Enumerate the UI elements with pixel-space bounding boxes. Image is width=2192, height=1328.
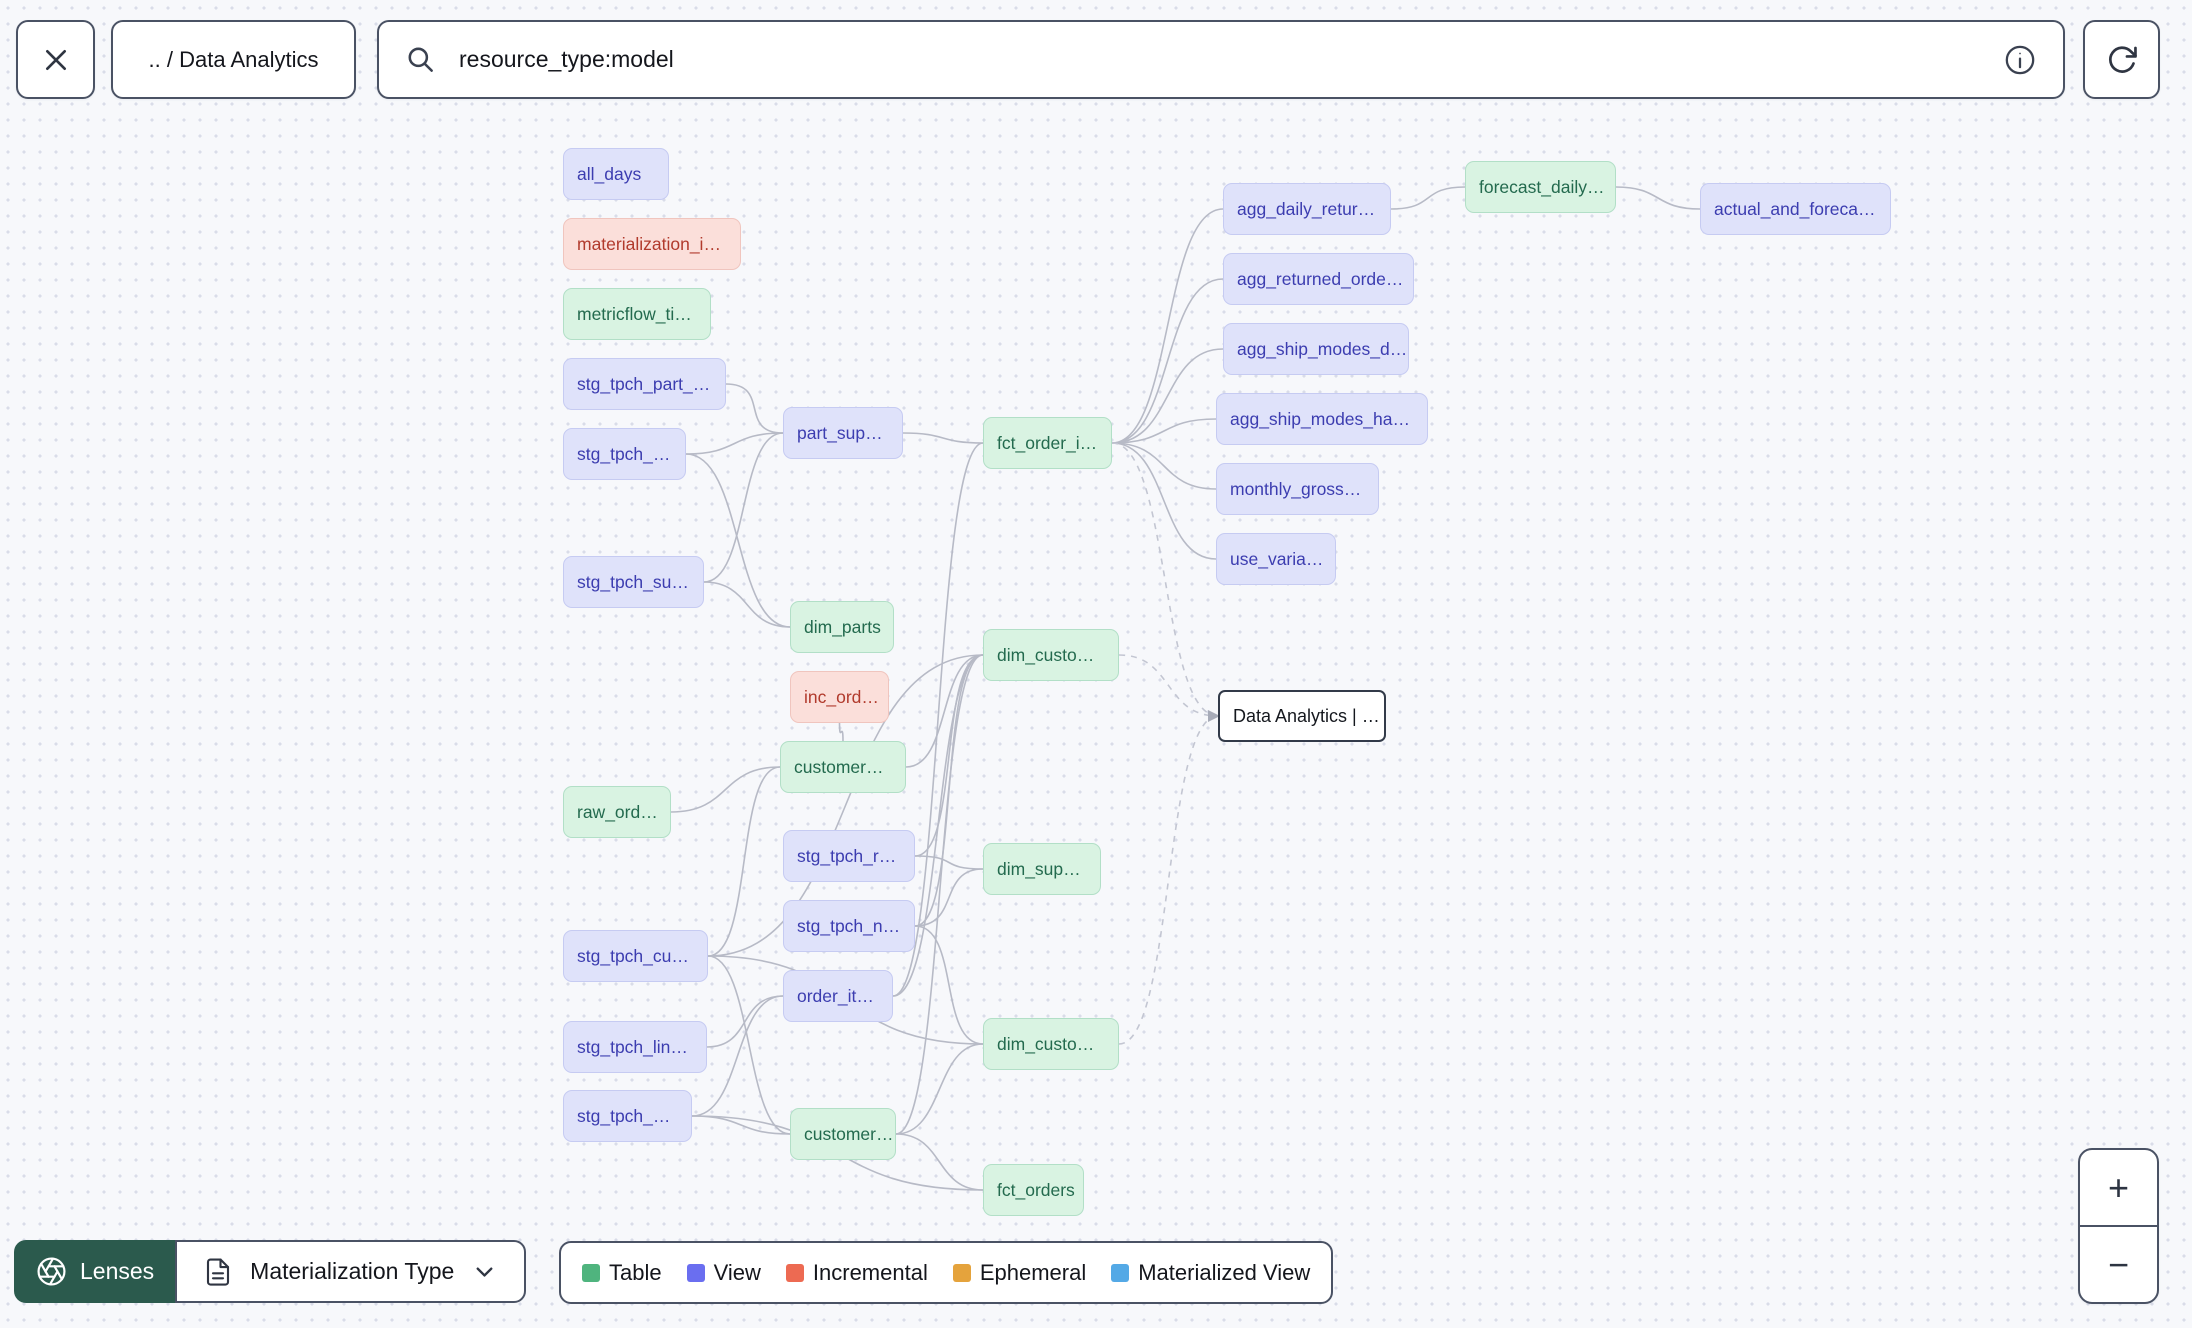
graph-node-inc_ord[interactable]: inc_ord… [790,671,889,723]
search-bar[interactable] [377,20,2065,99]
graph-node-stg_tpch_cu[interactable]: stg_tpch_cu… [563,930,708,982]
legend-label: View [713,1259,761,1285]
zoom-in-button[interactable]: + [2080,1150,2157,1227]
graph-node-dim_custo_a[interactable]: dim_custo… [983,629,1119,681]
lineage-edge [905,654,984,768]
lineage-edge [914,925,984,1045]
lenses-button-label: Lenses [80,1258,155,1284]
graph-node-fct_order_i[interactable]: fct_order_i… [983,417,1112,469]
lineage-edge [670,766,781,813]
search-input[interactable] [457,45,1983,74]
legend-item-view: View [686,1259,761,1286]
graph-node-stg_tpch_n[interactable]: stg_tpch_n… [783,900,915,952]
legend-item-table: Table [582,1260,662,1286]
lens-selector-label: Materialization Type [250,1258,455,1284]
lineage-edge [1118,654,1220,722]
legend-label: Materialized View [1138,1259,1311,1285]
lineage-edge [1615,186,1701,210]
lineage-edge [1390,186,1466,210]
graph-node-use_varia[interactable]: use_varia… [1216,533,1336,585]
graph-node-stg_tpch_b[interactable]: stg_tpch_… [563,1090,692,1142]
graph-node-stg_tpch_r[interactable]: stg_tpch_r… [783,830,915,882]
legend-swatch [686,1263,705,1282]
graph-node-stg_tpch_a[interactable]: stg_tpch_… [563,428,686,480]
graph-node-customer_b[interactable]: customer… [790,1108,896,1160]
lenses-button[interactable]: Lenses [14,1240,177,1303]
refresh-icon [2105,43,2139,77]
zoom-controls: + − [2078,1148,2159,1304]
graph-node-agg_ship_modes_d[interactable]: agg_ship_modes_d… [1223,323,1409,375]
legend-label: Ephemeral [979,1259,1087,1285]
legend-label: Incremental [812,1259,928,1285]
graph-node-stg_tpch_part[interactable]: stg_tpch_part_… [563,358,726,410]
graph-node-agg_ship_modes_ha[interactable]: agg_ship_modes_ha… [1216,393,1428,445]
lineage-edge [914,654,984,857]
graph-node-actual_and_foreca[interactable]: actual_and_foreca… [1700,183,1891,235]
lineage-graph: all_days materialization_i… metricflow_ti…… [0,0,2192,1328]
graph-node-agg_returned_orde[interactable]: agg_returned_orde… [1223,253,1414,305]
lineage-edge [1111,442,1220,722]
lineage-edge [703,581,791,628]
lineage-edge [838,722,844,742]
graph-node-dim_parts[interactable]: dim_parts [790,601,894,653]
legend-swatch [1111,1263,1130,1282]
lineage-edge [895,1133,984,1191]
graph-node-raw_ord[interactable]: raw_ord… [563,786,671,838]
graph-node-dim_sup[interactable]: dim_sup… [983,843,1101,895]
refresh-button[interactable] [2083,20,2160,99]
graph-node-stg_tpch_su[interactable]: stg_tpch_su… [563,556,704,608]
lineage-edge [1111,442,1217,560]
lenses-bar: Lenses Materialization Type [14,1240,527,1303]
graph-node-all_days[interactable]: all_days [563,148,669,200]
lineage-edge [706,995,784,1048]
breadcrumb[interactable]: .. / Data Analytics [111,20,356,99]
legend-swatch [582,1263,600,1282]
lineage-edge [685,432,784,455]
graph-node-dim_custo_b[interactable]: dim_custo… [983,1018,1119,1070]
close-icon [40,44,72,76]
lineage-edge [1111,278,1224,444]
legend-swatch [785,1263,804,1282]
close-button[interactable] [16,20,95,99]
lineage-edge [1111,208,1224,444]
legend-item-incremental: Incremental [785,1259,928,1286]
graph-node-customer_a[interactable]: customer… [780,741,906,793]
graph-node-metricflow_ti[interactable]: metricflow_ti… [563,288,711,340]
legend-swatch [952,1263,971,1282]
graph-node-data_analytics[interactable]: Data Analytics | … [1218,690,1386,742]
graph-node-stg_tpch_lin[interactable]: stg_tpch_lin… [563,1021,707,1073]
lineage-edge [725,383,784,434]
chevron-down-icon [471,1258,498,1285]
aperture-icon [36,1256,67,1287]
lens-selector[interactable]: Materialization Type [175,1240,527,1303]
lineage-edge [902,432,984,444]
info-icon[interactable] [2003,43,2037,77]
document-icon [203,1257,233,1287]
graph-node-agg_daily_retur[interactable]: agg_daily_retur… [1223,183,1391,235]
graph-node-monthly_gross[interactable]: monthly_gross… [1216,463,1379,515]
materialization-legend: Table View Incremental Ephemeral Materialize… [559,1241,1334,1304]
graph-node-order_it[interactable]: order_it… [783,970,893,1022]
zoom-out-button[interactable]: − [2080,1227,2157,1302]
graph-node-part_sup[interactable]: part_sup… [783,407,903,459]
legend-item-materialized-view: Materialized View [1111,1260,1310,1286]
graph-node-materialization_i[interactable]: materialization_i… [563,218,741,270]
legend-item-ephemeral: Ephemeral [952,1259,1087,1286]
graph-node-forecast_daily[interactable]: forecast_daily… [1465,161,1616,213]
breadcrumb-label: .. / Data Analytics [148,46,319,72]
legend-label: Table [609,1259,662,1285]
search-icon [405,44,437,76]
lineage-edge [1118,710,1220,1045]
graph-node-fct_orders[interactable]: fct_orders [983,1164,1084,1216]
